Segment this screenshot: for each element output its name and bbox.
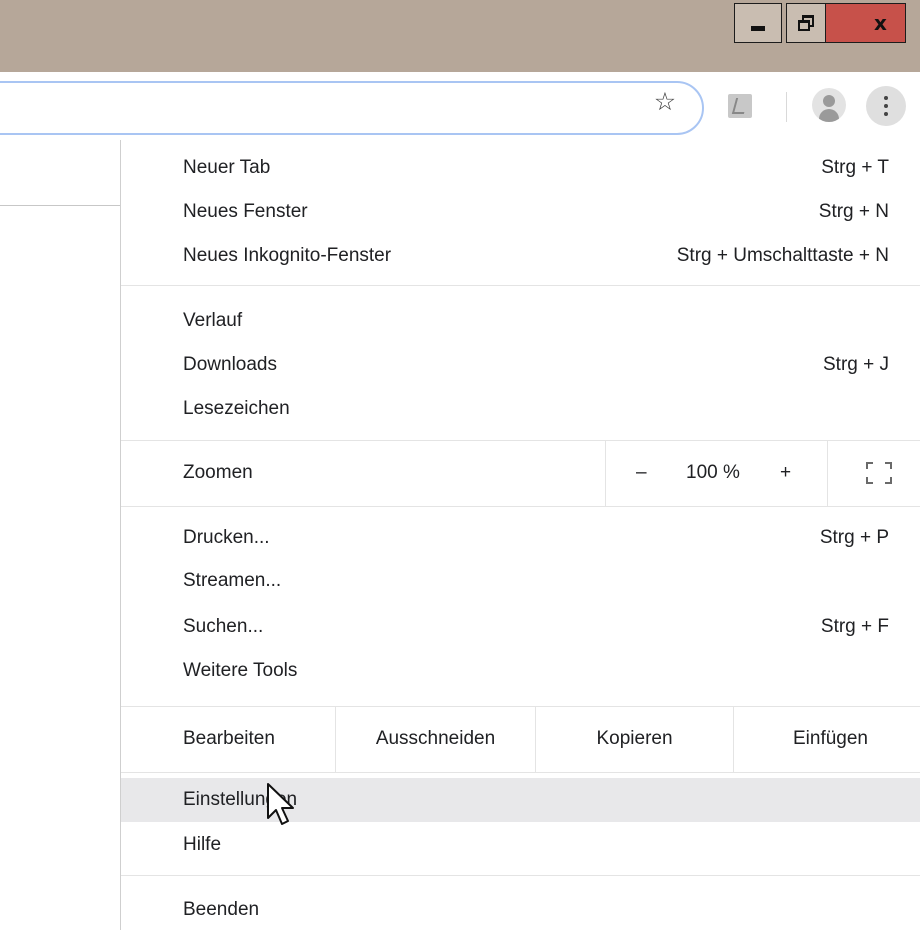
menu-separator <box>121 772 920 773</box>
menu-item-label: Drucken... <box>183 527 270 548</box>
menu-item-shortcut: Strg + P <box>819 527 889 548</box>
menu-item-find[interactable]: Suchen... Strg + F <box>121 605 920 649</box>
menu-separator <box>121 506 920 507</box>
more-vert-icon[interactable] <box>866 86 906 126</box>
fullscreen-icon <box>866 462 892 484</box>
menu-item-label: Neues Inkognito-Fenster <box>183 245 392 266</box>
pdf-extension-icon[interactable] <box>728 94 752 118</box>
chrome-main-menu: Neuer Tab Strg + T Neues Fenster Strg + … <box>120 140 920 930</box>
menu-item-label: Weitere Tools <box>183 660 298 681</box>
menu-item-downloads[interactable]: Downloads Strg + J <box>121 343 920 387</box>
menu-separator <box>121 875 920 876</box>
menu-item-help[interactable]: Hilfe <box>121 823 920 867</box>
menu-item-bookmarks[interactable]: Lesezeichen <box>121 387 920 431</box>
zoom-out-button[interactable]: – <box>636 440 647 506</box>
menu-item-label: Lesezeichen <box>183 398 290 419</box>
menu-item-label: Downloads <box>183 354 277 375</box>
page-divider <box>0 205 120 206</box>
menu-item-label: Verlauf <box>183 310 243 331</box>
menu-item-print[interactable]: Drucken... Strg + P <box>121 516 920 560</box>
menu-item-shortcut: Strg + Umschalttaste + N <box>676 245 889 266</box>
zoom-in-button[interactable]: + <box>780 440 791 506</box>
menu-item-label: Hilfe <box>183 834 222 855</box>
fullscreen-button[interactable] <box>827 440 920 506</box>
profile-avatar-icon[interactable] <box>812 88 846 122</box>
menu-item-label: Suchen... <box>183 616 264 637</box>
zoom-label: Zoomen <box>183 462 253 483</box>
star-icon[interactable]: ☆ <box>650 86 680 116</box>
address-bar[interactable] <box>0 81 704 135</box>
menu-item-label: Neuer Tab <box>183 157 271 178</box>
menu-edit-row: Bearbeiten Ausschneiden Kopieren Einfüge… <box>121 706 920 772</box>
mouse-pointer-icon <box>267 783 294 825</box>
menu-item-more-tools[interactable]: Weitere Tools <box>121 649 920 693</box>
paste-button[interactable]: Einfügen <box>733 706 920 772</box>
menu-item-label: Streamen... <box>183 570 282 591</box>
menu-item-shortcut: Strg + T <box>821 157 889 178</box>
menu-item-new-window[interactable]: Neues Fenster Strg + N <box>121 190 920 234</box>
zoom-controls: – 100 % + <box>605 440 827 506</box>
menu-zoom-row: Zoomen – 100 % + <box>121 440 920 506</box>
close-button[interactable]: x <box>826 3 906 43</box>
menu-item-shortcut: Strg + N <box>818 201 889 222</box>
restore-button[interactable] <box>786 3 826 43</box>
menu-item-settings[interactable]: Einstellungen <box>121 778 920 822</box>
minimize-button[interactable] <box>734 3 782 43</box>
menu-item-shortcut: Strg + F <box>820 616 889 637</box>
menu-item-exit[interactable]: Beenden <box>121 888 920 930</box>
zoom-level: 100 % <box>686 462 740 483</box>
menu-item-history[interactable]: Verlauf <box>121 299 920 343</box>
browser-toolbar <box>0 72 920 140</box>
menu-item-new-tab[interactable]: Neuer Tab Strg + T <box>121 146 920 190</box>
close-icon: x <box>874 11 887 35</box>
menu-item-shortcut: Strg + J <box>823 354 889 375</box>
minimize-icon <box>751 25 765 31</box>
menu-item-label: Neues Fenster <box>183 201 308 222</box>
title-bar <box>0 0 920 72</box>
menu-separator <box>121 285 920 286</box>
cut-button[interactable]: Ausschneiden <box>335 706 535 772</box>
menu-item-label: Beenden <box>183 899 260 920</box>
copy-button[interactable]: Kopieren <box>535 706 733 772</box>
edit-label: Bearbeiten <box>183 728 275 749</box>
restore-icon <box>798 15 814 31</box>
menu-item-cast[interactable]: Streamen... <box>121 559 920 603</box>
menu-item-new-incognito-window[interactable]: Neues Inkognito-Fenster Strg + Umschaltt… <box>121 234 920 278</box>
toolbar-divider <box>786 92 787 122</box>
